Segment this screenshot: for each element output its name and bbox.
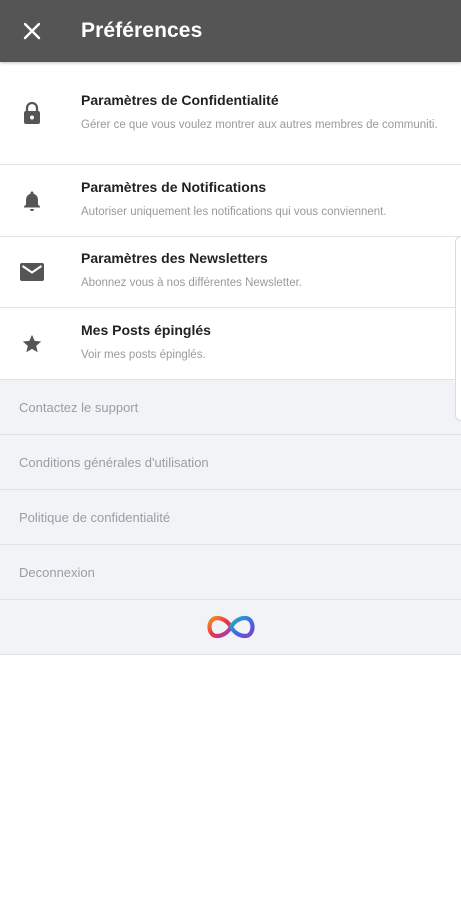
terms-link[interactable]: Conditions générales d'utilisation [0, 435, 461, 490]
app-bar: Préférences [0, 0, 461, 62]
setting-description: Voir mes posts épinglés. [81, 348, 206, 361]
privacy-settings-item[interactable]: Paramètres de Confidentialité Gérer ce q… [0, 62, 461, 165]
privacy-policy-link[interactable]: Politique de confidentialité [0, 490, 461, 545]
setting-description: Gérer ce que vous voulez montrer aux aut… [81, 119, 438, 131]
side-drawer-handle[interactable] [455, 236, 461, 421]
bell-icon [0, 190, 81, 212]
setting-title: Paramètres de Confidentialité [81, 92, 279, 108]
notification-settings-item[interactable]: Paramètres de Notifications Autoriser un… [0, 165, 461, 237]
page-title: Préférences [81, 19, 203, 42]
setting-title: Paramètres des Newsletters [81, 250, 268, 266]
infinity-logo-icon [206, 615, 255, 639]
close-icon [23, 22, 41, 40]
links-section: Contactez le support Conditions générale… [0, 380, 461, 655]
pinned-posts-item[interactable]: Mes Posts épinglés Voir mes posts épingl… [0, 308, 461, 380]
close-button[interactable] [0, 0, 64, 62]
setting-title: Mes Posts épinglés [81, 321, 211, 338]
settings-list: Paramètres de Confidentialité Gérer ce q… [0, 62, 461, 421]
footer-logo-row [0, 600, 461, 655]
contact-support-link[interactable]: Contactez le support [0, 380, 461, 435]
star-icon [0, 333, 81, 355]
lock-icon [0, 101, 81, 125]
setting-title: Paramètres de Notifications [81, 178, 267, 195]
mail-icon [0, 262, 81, 282]
setting-description: Abonnez vous à nos différentes Newslette… [81, 277, 302, 289]
logout-link[interactable]: Deconnexion [0, 545, 461, 600]
newsletter-settings-item[interactable]: Paramètres des Newsletters Abonnez vous … [0, 237, 461, 308]
setting-description: Autoriser uniquement les notifications q… [81, 205, 387, 218]
